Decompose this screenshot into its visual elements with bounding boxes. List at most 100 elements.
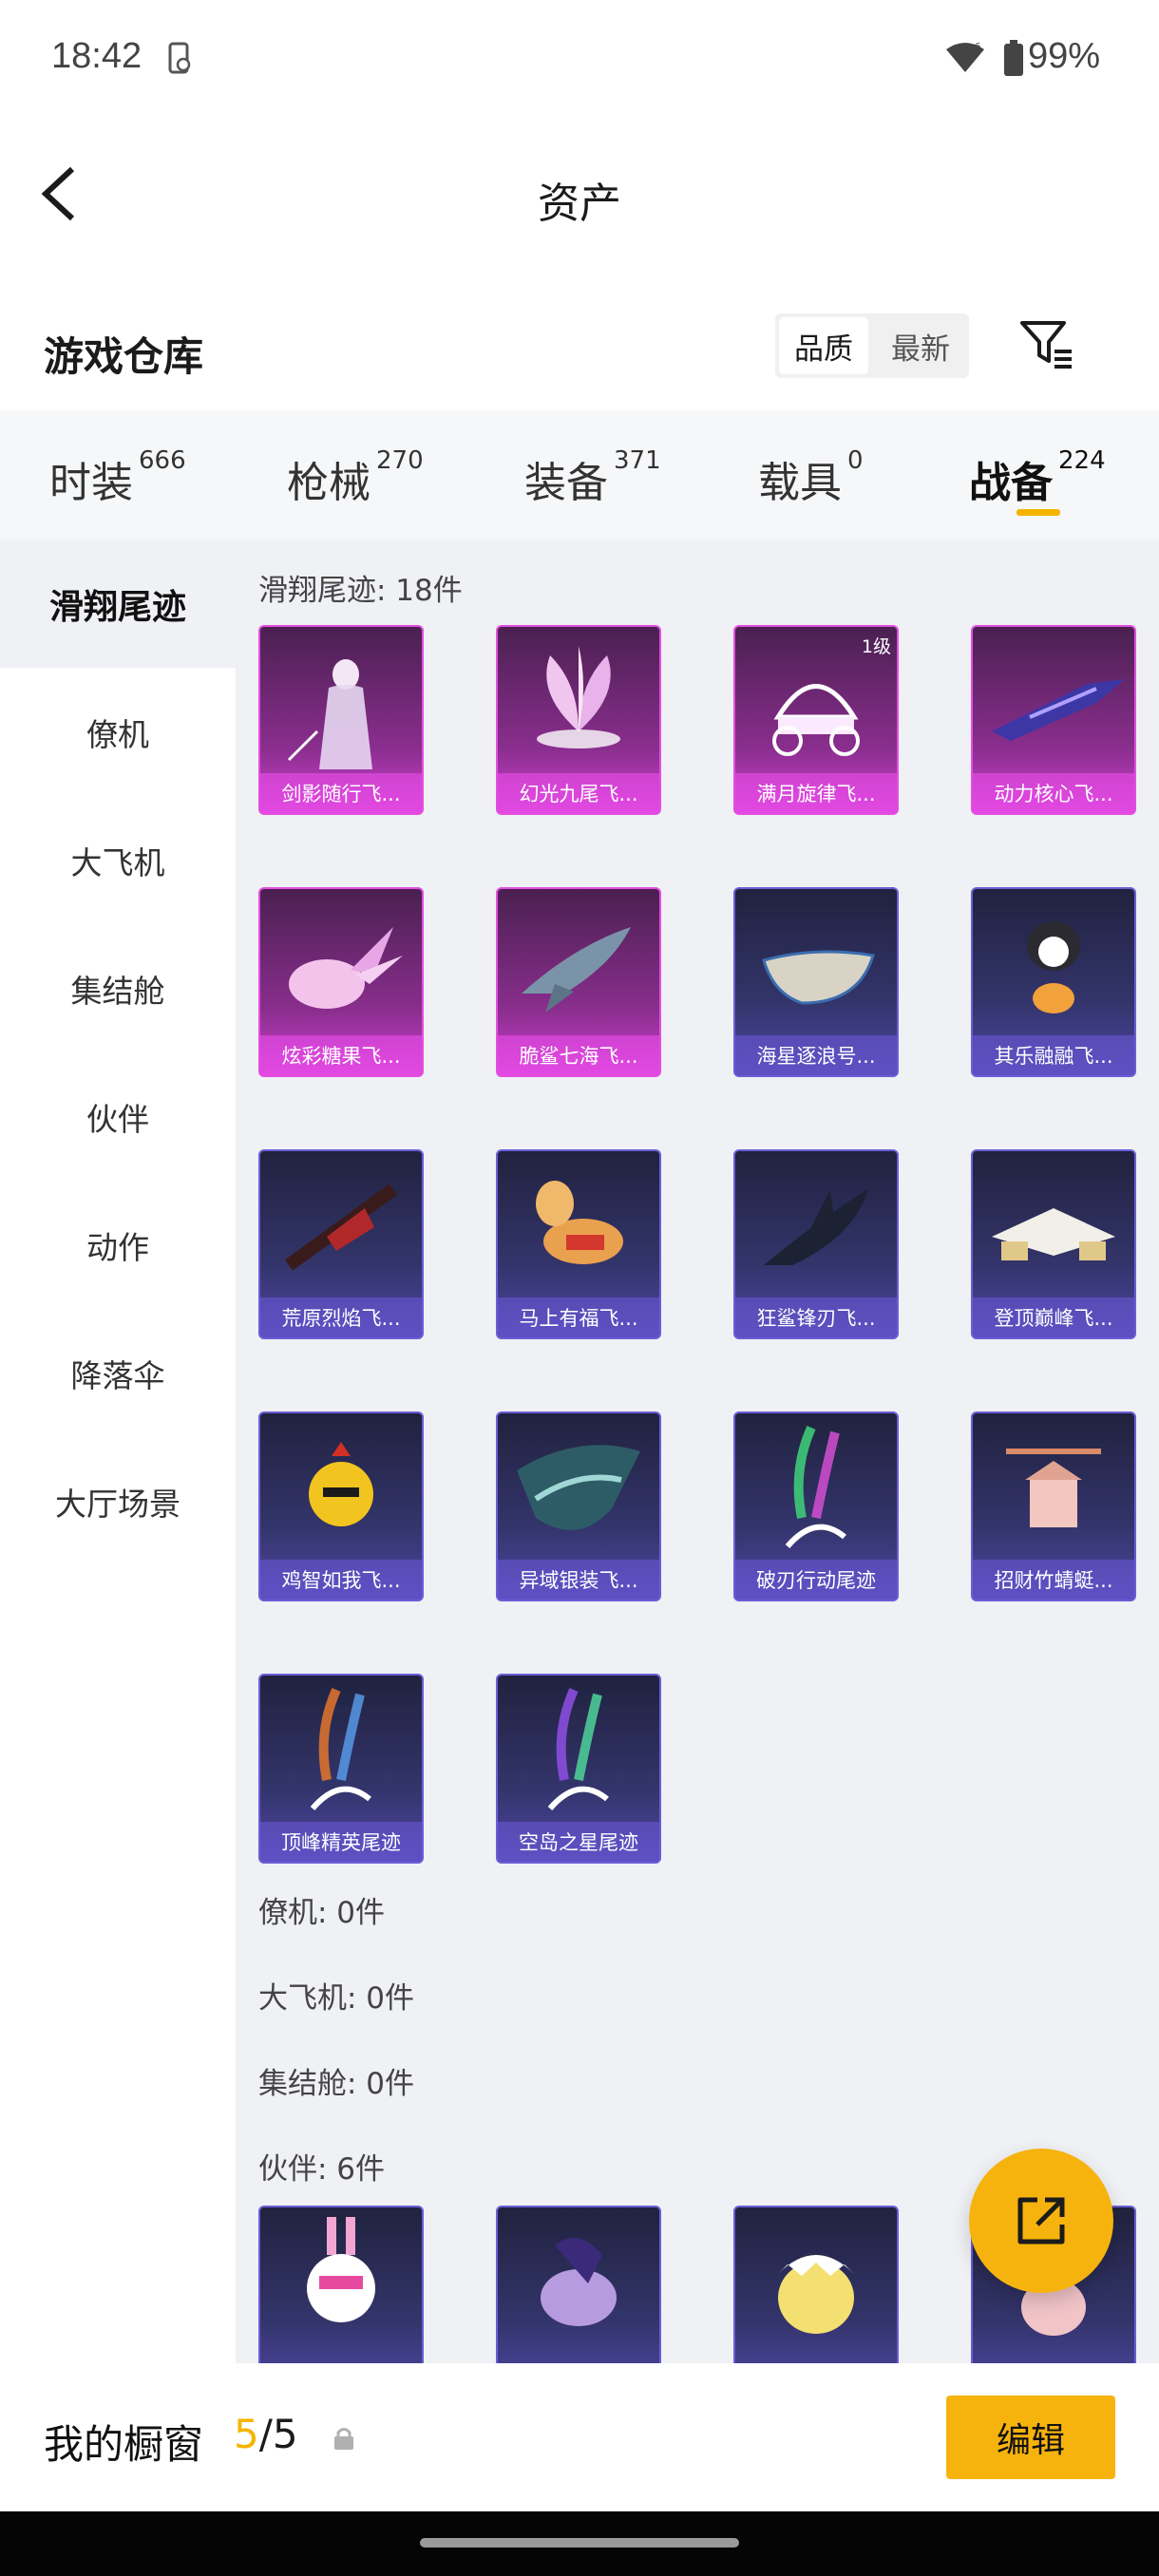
tab-firearms[interactable]: 枪械 270: [287, 446, 424, 509]
egg-chick-icon: [778, 2255, 854, 2334]
boat-icon: [762, 950, 875, 1005]
item-name: 幻光九尾飞...: [498, 773, 659, 813]
active-tab-indicator: [1016, 509, 1060, 516]
tab-count: 0: [847, 446, 864, 475]
item-name: 剑影随行飞...: [260, 773, 422, 813]
item-card[interactable]: 荒原烈焰飞...: [258, 1149, 424, 1339]
item-card[interactable]: 破刃行动尾迹: [733, 1411, 899, 1601]
item-card[interactable]: [258, 2206, 424, 2363]
item-card[interactable]: 炫彩糖果飞...: [258, 887, 424, 1077]
item-name: 马上有福飞...: [498, 1297, 659, 1337]
wifi-signal-icon: 6: [946, 42, 984, 72]
section-header-wingman: 僚机: 0件: [258, 1896, 386, 1930]
smoke-trail-icon: [785, 1425, 846, 1548]
tab-label: 载具: [758, 459, 842, 507]
tab-fashion[interactable]: 时装 666: [49, 446, 186, 509]
item-card[interactable]: [496, 2206, 661, 2363]
item-card[interactable]: 马上有福飞...: [496, 1149, 661, 1339]
item-card[interactable]: [733, 2206, 899, 2363]
warehouse-title: 游戏仓库: [44, 333, 204, 380]
blade-shark-icon: [764, 1189, 868, 1265]
item-card[interactable]: 狂鲨锋刃飞...: [733, 1149, 899, 1339]
section-header-partner: 伙伴: 6件: [258, 2152, 386, 2187]
tab-equipment[interactable]: 装备 371: [524, 446, 661, 509]
item-card[interactable]: 空岛之星尾迹: [496, 1674, 661, 1864]
app-header: 资产: [0, 118, 1159, 270]
bamboo-copter-icon: [1006, 1449, 1101, 1527]
sort-toggle: 品质 最新: [775, 313, 969, 378]
item-card[interactable]: 其乐融融飞...: [971, 887, 1136, 1077]
tab-label: 枪械: [287, 459, 370, 507]
flame-glider-icon: [284, 1184, 398, 1271]
item-name: 空岛之星尾迹: [498, 1822, 659, 1862]
item-card[interactable]: 动力核心飞...: [971, 625, 1136, 815]
bunny-robot-icon: [307, 2217, 375, 2322]
tab-label: 装备: [524, 459, 608, 507]
penguin-icon: [1027, 921, 1080, 1013]
tab-battle-gear[interactable]: 战备 224: [969, 446, 1106, 509]
sidebar-item-big-plane[interactable]: 大飞机: [0, 796, 236, 924]
share-icon: [1017, 2197, 1065, 2245]
item-name: 海星逐浪号...: [735, 1035, 897, 1075]
item-card[interactable]: 登顶巅峰飞...: [971, 1149, 1136, 1339]
item-name: 登顶巅峰飞...: [973, 1297, 1134, 1337]
system-nav-bar: [0, 2511, 1159, 2576]
sidebar-item-partner[interactable]: 伙伴: [0, 1052, 236, 1181]
item-card[interactable]: 脆鲨七海飞...: [496, 887, 661, 1077]
showcase-total: 5: [272, 2411, 298, 2457]
edit-showcase-button[interactable]: 编辑: [946, 2396, 1115, 2479]
section-header-glide: 滑翔尾迹: 18件: [258, 574, 463, 608]
silver-wings-icon: [517, 1445, 640, 1530]
home-gesture-handle[interactable]: [420, 2538, 739, 2548]
showcase-title: 我的橱窗: [44, 2421, 204, 2468]
item-name: 鸡智如我飞...: [260, 1560, 422, 1600]
phone-sync-icon: [168, 42, 191, 74]
jet-glider-icon: [992, 1208, 1115, 1260]
chicken-icon: [309, 1442, 373, 1526]
item-card[interactable]: 1级 满月旋律飞...: [733, 625, 899, 815]
filter-icon[interactable]: [1018, 317, 1075, 370]
showcase-bar: 我的橱窗 5/5 编辑: [0, 2363, 1159, 2511]
item-card[interactable]: 海星逐浪号...: [733, 887, 899, 1077]
sort-quality-button[interactable]: 品质: [779, 317, 868, 374]
item-name: 满月旋律飞...: [735, 773, 897, 813]
subcategory-sidebar: 滑翔尾迹 僚机 大飞机 集结舱 伙伴 动作 降落伞 大厅场景: [0, 540, 236, 2363]
item-name: 顶峰精英尾迹: [260, 1822, 422, 1862]
tab-count: 371: [614, 446, 661, 475]
item-name: 荒原烈焰飞...: [260, 1297, 422, 1337]
share-button[interactable]: [969, 2149, 1113, 2293]
warehouse-toolbar: 游戏仓库 品质 最新: [0, 270, 1159, 410]
battery-percent: 99%: [1028, 36, 1101, 76]
tab-label: 时装: [49, 459, 133, 507]
item-grid-area[interactable]: 滑翔尾迹: 18件 剑影随行飞... 幻光九尾飞... 1级 满月旋律飞...: [236, 540, 1159, 2363]
showcase-separator: /: [258, 2411, 273, 2457]
tab-count: 224: [1058, 446, 1106, 475]
tab-count: 270: [376, 446, 424, 475]
status-bar: 18:42 6 99%: [0, 0, 1159, 118]
item-card[interactable]: 鸡智如我飞...: [258, 1411, 424, 1601]
sidebar-item-wingman[interactable]: 僚机: [0, 668, 236, 796]
tab-label: 战备: [969, 459, 1053, 507]
tab-vehicles[interactable]: 载具 0: [758, 446, 864, 509]
item-name: 动力核心飞...: [973, 773, 1134, 813]
item-card[interactable]: 异域银装飞...: [496, 1411, 661, 1601]
sidebar-item-glide-trail[interactable]: 滑翔尾迹: [0, 540, 236, 668]
sidebar-item-parachute[interactable]: 降落伞: [0, 1309, 236, 1437]
item-name: 其乐融融飞...: [973, 1035, 1134, 1075]
sidebar-item-action[interactable]: 动作: [0, 1181, 236, 1309]
sidebar-item-lobby-scene[interactable]: 大厅场景: [0, 1437, 236, 1565]
item-card[interactable]: 剑影随行飞...: [258, 625, 424, 815]
item-card[interactable]: 招财竹蜻蜓...: [971, 1411, 1136, 1601]
item-card[interactable]: 幻光九尾飞...: [496, 625, 661, 815]
item-name: 破刃行动尾迹: [735, 1560, 897, 1600]
item-name: 招财竹蜻蜓...: [973, 1560, 1134, 1600]
category-tabs: 时装 666 枪械 270 装备 371 载具 0 战备 224: [0, 410, 1159, 540]
status-time: 18:42: [51, 36, 142, 76]
item-name: 狂鲨锋刃飞...: [735, 1297, 897, 1337]
lock-icon: [334, 2428, 353, 2450]
item-level-badge: 1级: [861, 636, 891, 657]
sidebar-item-capsule[interactable]: 集结舱: [0, 924, 236, 1052]
sort-newest-button[interactable]: 最新: [876, 317, 965, 374]
section-header-capsule: 集结舱: 0件: [258, 2067, 415, 2101]
item-card[interactable]: 顶峰精英尾迹: [258, 1674, 424, 1864]
